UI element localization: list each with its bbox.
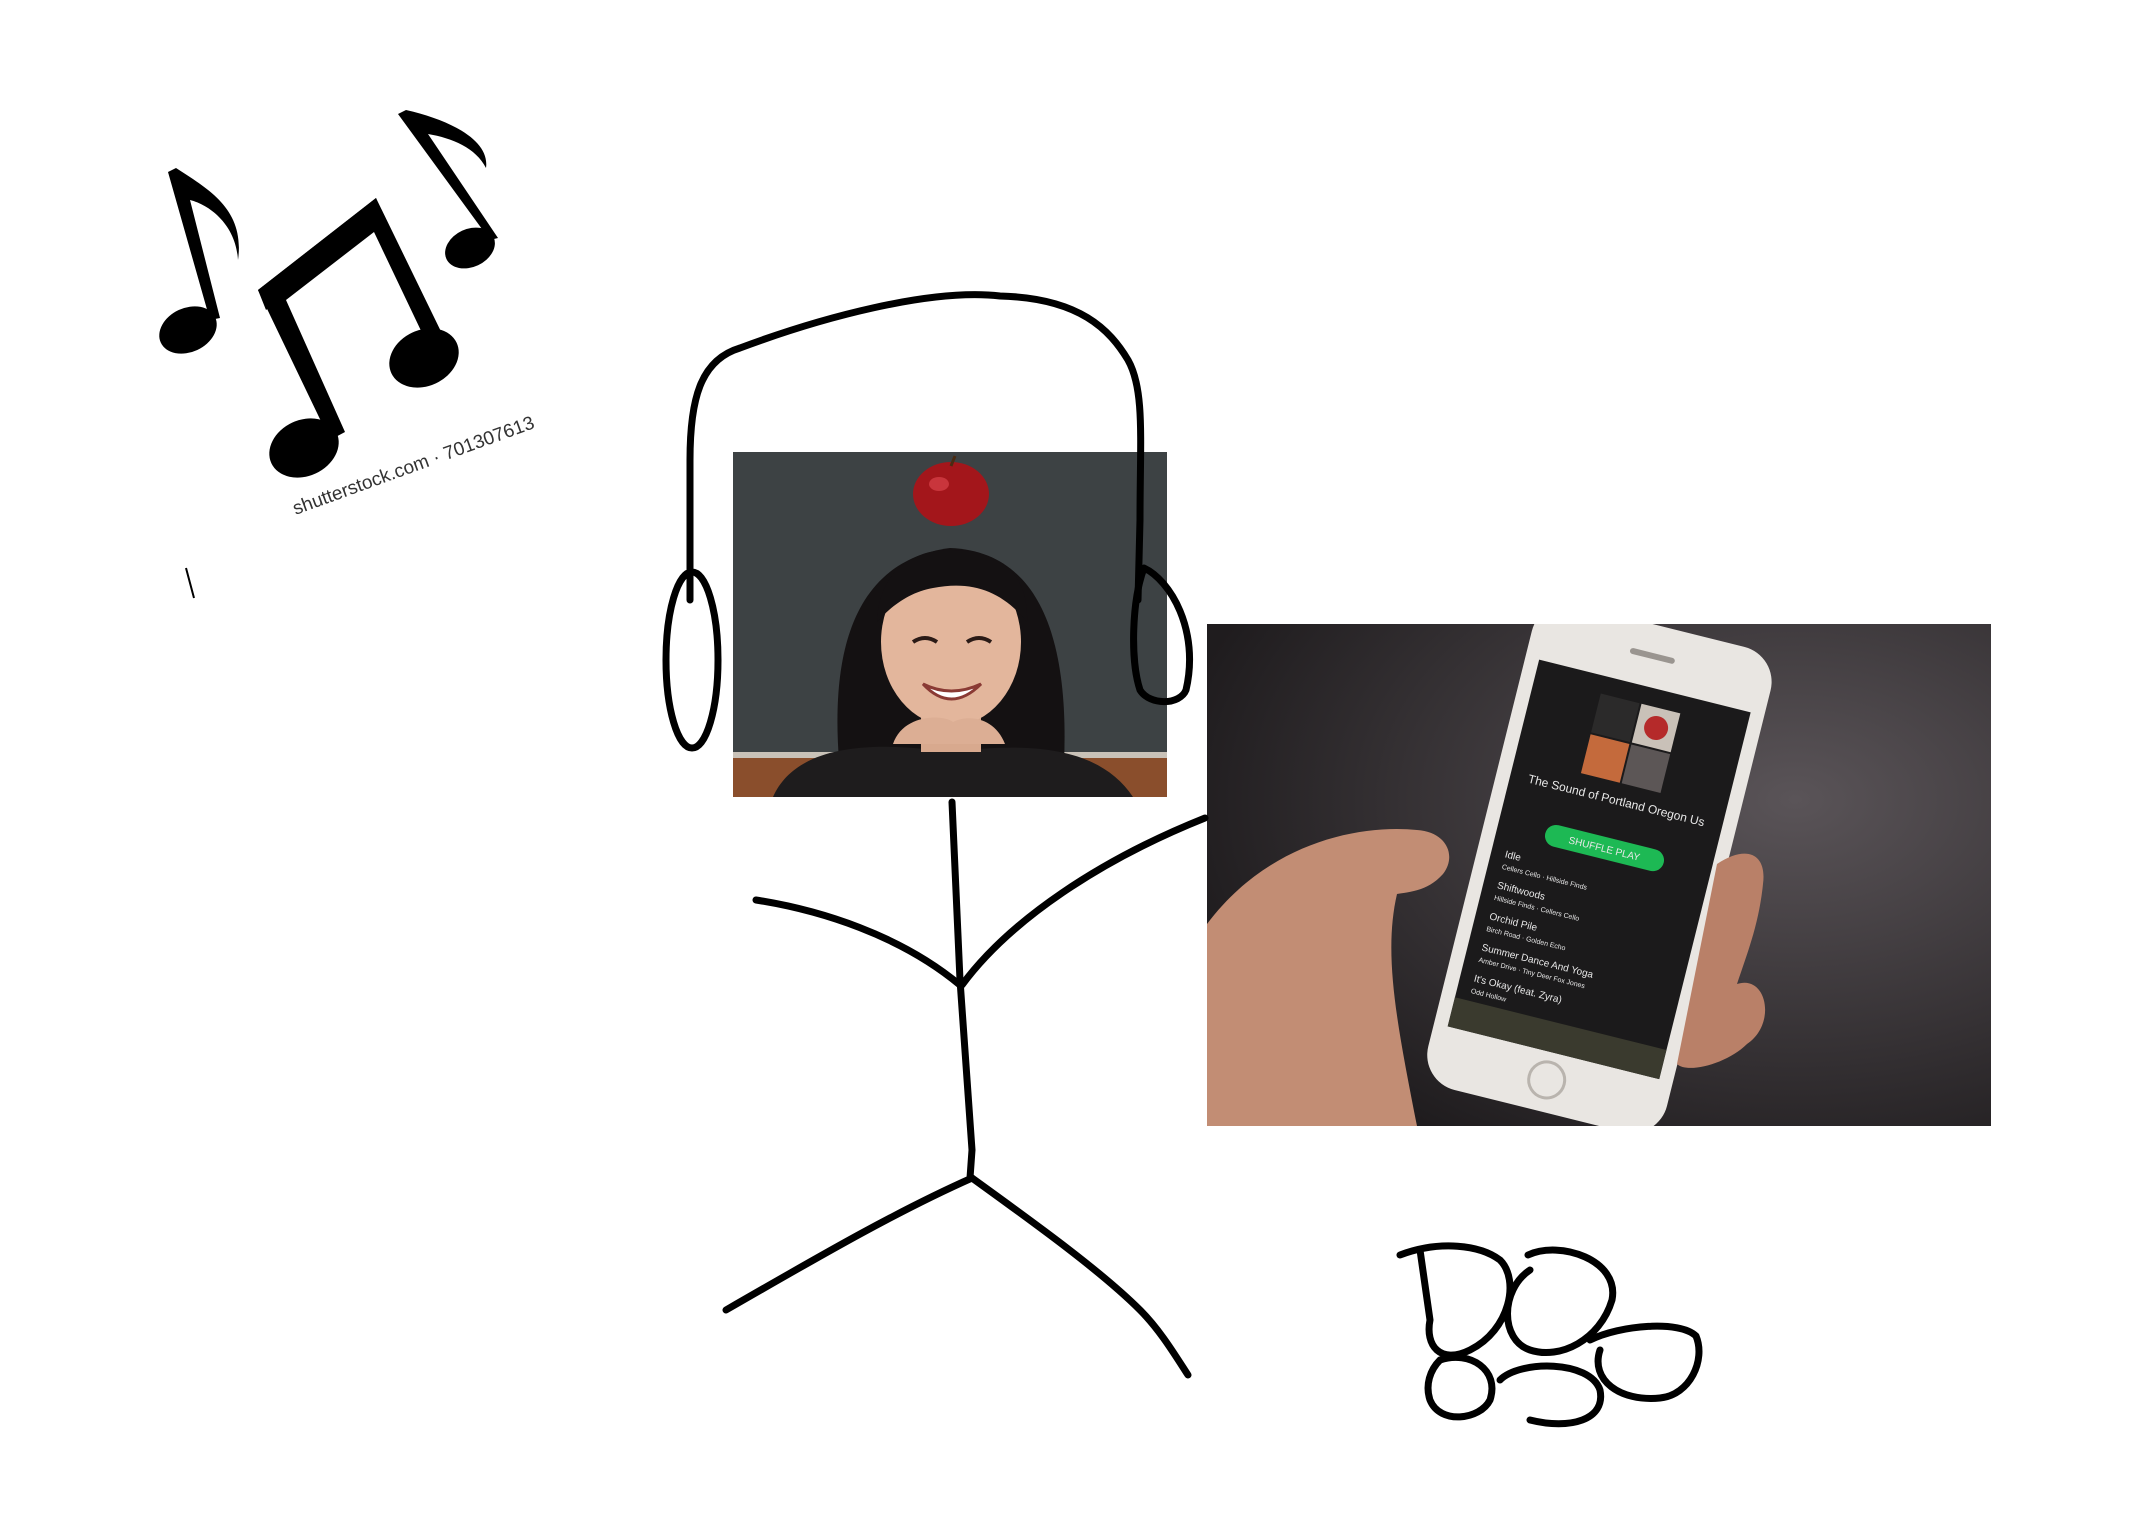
phone-photo: The Sound of Portland Oregon Us SHUFFLE …	[1207, 624, 1991, 1126]
stick-right-arm	[958, 814, 1209, 989]
portrait-photo	[733, 452, 1167, 797]
music-notes-icon	[140, 100, 560, 580]
signature-scribble	[1396, 1242, 1703, 1428]
stick-left-arm	[752, 896, 964, 989]
stick-right-leg	[968, 1174, 1192, 1379]
left-ear-cup	[662, 568, 722, 752]
stick-body	[948, 798, 976, 1182]
stick-left-leg	[722, 1174, 976, 1314]
